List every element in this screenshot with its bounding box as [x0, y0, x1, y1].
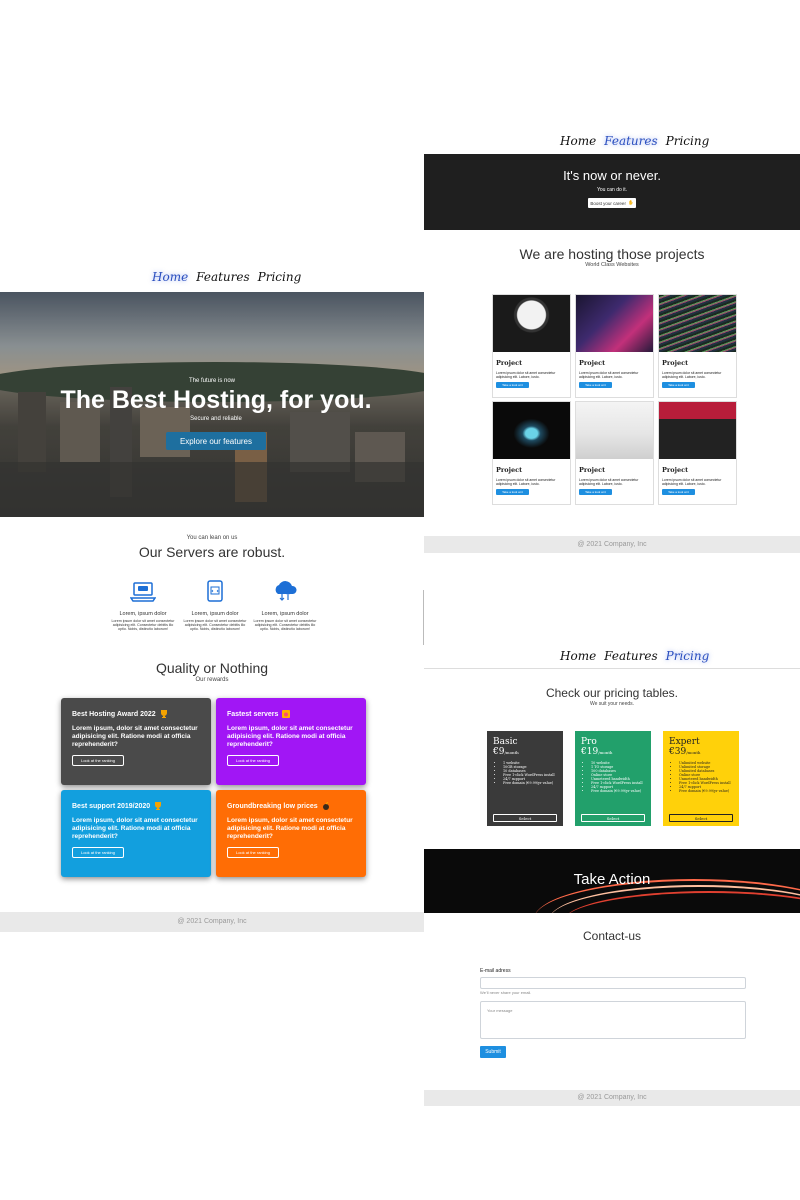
rewards-title: Quality or Nothing	[155, 660, 269, 676]
reward-card: Best support 2019/2020 Lorem ipsum, dolo…	[61, 790, 211, 877]
project-view-button[interactable]: Take a look at it	[496, 489, 529, 496]
pricing-subtitle: We suit your needs.	[589, 701, 635, 707]
nav-home-link[interactable]: Home	[152, 270, 188, 284]
circuit-image	[576, 295, 653, 352]
project-view-button[interactable]: Take a look at it	[579, 489, 612, 496]
project-card: Project Lorem ipsum dolor sit amet conse…	[492, 401, 571, 505]
projects-subtitle: World Class Websites	[585, 262, 639, 268]
message-textarea[interactable]: Your message	[480, 1001, 746, 1039]
project-card: Project Lorem ipsum dolor sit amet conse…	[575, 294, 654, 398]
bomb-icon	[322, 802, 329, 810]
select-plan-button[interactable]: Select	[581, 814, 645, 822]
contact-title: Contact-us	[582, 929, 642, 943]
reward-card: Fastest servers Lorem ipsum, dolor sit a…	[216, 698, 366, 785]
reward-card: Groundbreaking low prices Lorem ipsum, d…	[216, 790, 366, 877]
trophy-icon	[160, 710, 167, 718]
nav-pricing-link[interactable]: Pricing	[666, 649, 710, 663]
servers-title: Our Servers are robust.	[138, 544, 286, 560]
email-field[interactable]	[480, 977, 746, 989]
cta-banner: It's now or never. You can do it. Boost …	[424, 154, 800, 230]
banner-subtitle: You can do it.	[596, 187, 628, 193]
main-nav: Home Features Pricing	[152, 270, 301, 284]
desk-image	[576, 402, 653, 459]
project-view-button[interactable]: Take a look at it	[662, 489, 695, 496]
ranking-button[interactable]: Look at the ranking	[227, 847, 279, 858]
project-view-button[interactable]: Take a look at it	[579, 382, 612, 389]
footer: @ 2021 Company, Inc	[424, 536, 800, 553]
main-nav: Home Features Pricing	[560, 649, 709, 663]
feature-item: Lorem, ipsum dolor Lorem ipsum dolor sit…	[108, 580, 178, 632]
cloud-transfer-icon	[275, 581, 297, 601]
pricing-card-pro: Pro €19/month 10 website1 TO storage 100…	[575, 731, 651, 826]
project-card: Project Lorem ipsum dolor sit amet conse…	[658, 401, 737, 505]
boost-career-button[interactable]: Boost your career ✋	[588, 198, 636, 208]
take-action-banner: Take Action	[424, 849, 800, 913]
ranking-button[interactable]: Look at the ranking	[72, 755, 124, 766]
ranking-button[interactable]: Look at the ranking	[227, 755, 279, 766]
nav-pricing-link[interactable]: Pricing	[666, 134, 710, 148]
nav-pricing-link[interactable]: Pricing	[258, 270, 302, 284]
phone-code-icon	[207, 580, 223, 602]
monitor-image	[659, 402, 736, 459]
nav-features-link[interactable]: Features	[604, 649, 657, 663]
email-help-text: We'll never share your email.	[480, 990, 532, 995]
submit-button[interactable]: Submit	[480, 1046, 506, 1058]
medal-icon	[282, 710, 291, 718]
pricing-card-basic: Basic €9/month 1 website10GB storage 10 …	[487, 731, 563, 826]
nav-features-link[interactable]: Features	[196, 270, 249, 284]
feature-item: Lorem, ipsum dolor Lorem ipsum dolor sit…	[180, 580, 250, 632]
hero-title: The Best Hosting, for you.	[60, 386, 372, 414]
hero-subtitle: Secure and reliable	[190, 416, 242, 422]
footer: @ 2021 Company, Inc	[424, 1090, 800, 1106]
nav-home-link[interactable]: Home	[560, 134, 596, 148]
project-card: Project Lorem ipsum dolor sit amet conse…	[575, 401, 654, 505]
hand-icon: ✋	[627, 200, 634, 205]
code-image	[659, 295, 736, 352]
main-nav: Home Features Pricing	[560, 134, 709, 148]
laptop-chat-icon	[129, 582, 157, 602]
select-plan-button[interactable]: Select	[493, 814, 557, 822]
project-view-button[interactable]: Take a look at it	[496, 382, 529, 389]
project-card: Project Lorem ipsum dolor sit amet conse…	[492, 294, 571, 398]
divider	[423, 590, 424, 645]
project-view-button[interactable]: Take a look at it	[662, 382, 695, 389]
email-label: E-mail adress	[480, 968, 511, 974]
nav-home-link[interactable]: Home	[560, 649, 596, 663]
take-action-title: Take Action	[573, 871, 651, 888]
reward-card: Best Hosting Award 2022 Lorem ipsum, dol…	[61, 698, 211, 785]
hero-tagline: The future is now	[188, 378, 236, 384]
ranking-button[interactable]: Look at the ranking	[72, 847, 124, 858]
nav-features-link[interactable]: Features	[604, 134, 657, 148]
robot-image	[493, 295, 570, 352]
footer: @ 2021 Company, Inc	[0, 912, 424, 932]
pricing-card-expert: Expert €39/month Unlimited websiteUnlimi…	[663, 731, 739, 826]
banner-title: It's now or never.	[563, 168, 661, 183]
project-card: Project Lorem ipsum dolor sit amet conse…	[658, 294, 737, 398]
laptop-dark-image	[493, 402, 570, 459]
servers-tagline: You can lean on us	[186, 535, 238, 541]
rewards-subtitle: Our rewards	[195, 677, 229, 683]
feature-item: Lorem, ipsum dolor Lorem ipsum dolor sit…	[250, 580, 320, 632]
select-plan-button[interactable]: Select	[669, 814, 733, 822]
projects-title: We are hosting those projects	[519, 246, 705, 262]
trophy-icon	[155, 802, 162, 810]
explore-features-button[interactable]: Explore our features	[166, 432, 266, 450]
pricing-title: Check our pricing tables.	[545, 686, 679, 700]
nav-divider	[424, 668, 800, 669]
